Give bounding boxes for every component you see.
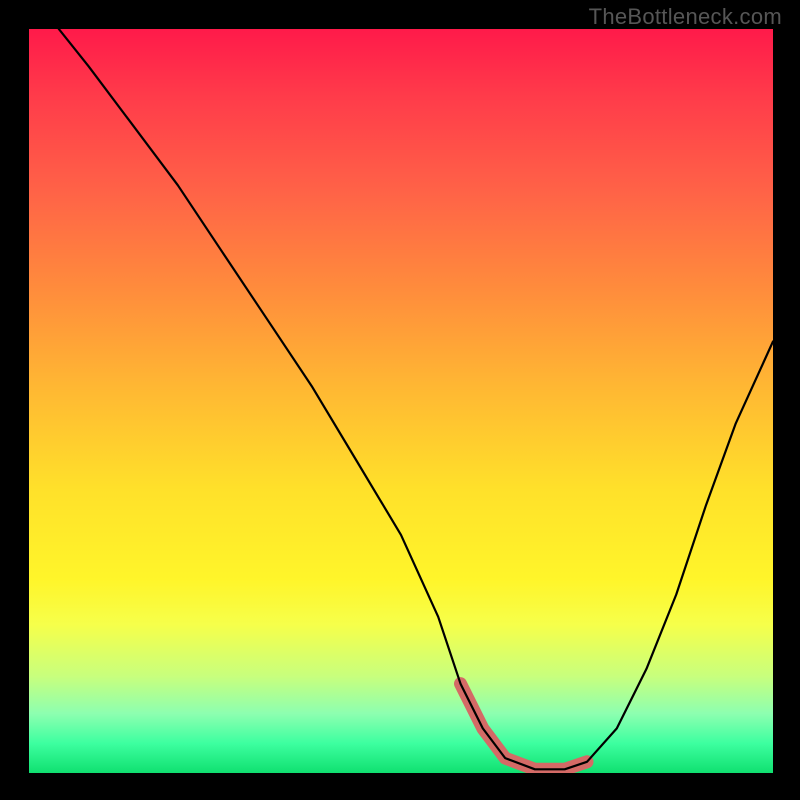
curve-minimum-highlight: [461, 684, 588, 770]
bottleneck-curve: [59, 29, 773, 769]
attribution-text: TheBottleneck.com: [589, 4, 782, 30]
curve-plot: [29, 29, 773, 773]
